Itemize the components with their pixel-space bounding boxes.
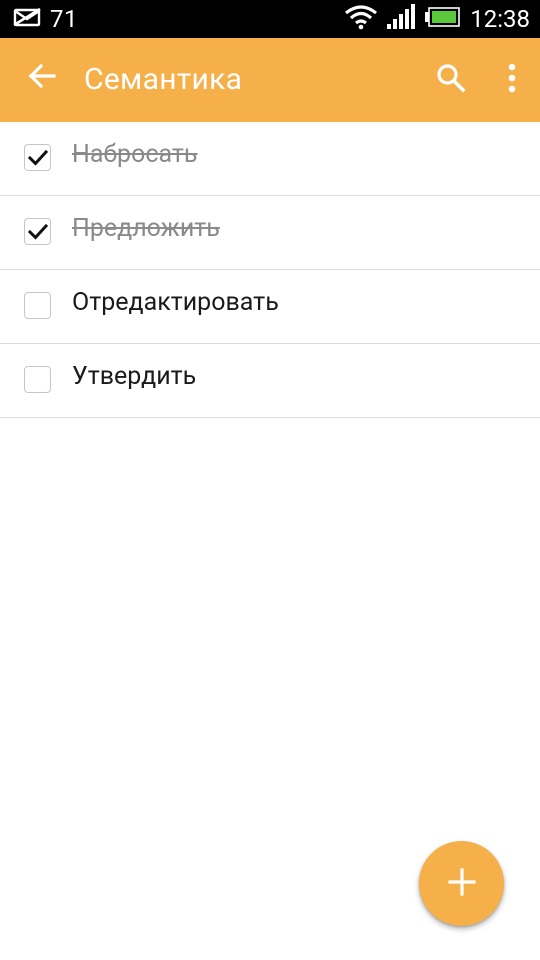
list-item[interactable]: Предложить bbox=[0, 196, 540, 270]
task-list: Набросать Предложить Отредактировать Утв… bbox=[0, 122, 540, 418]
notification-count: 71 bbox=[50, 5, 78, 33]
item-label: Отредактировать bbox=[72, 288, 279, 317]
wifi-icon bbox=[344, 4, 378, 34]
back-arrow-icon bbox=[28, 62, 56, 94]
back-button[interactable] bbox=[16, 52, 68, 104]
item-label: Набросать bbox=[72, 140, 198, 169]
checkmark-icon bbox=[27, 149, 48, 166]
list-item[interactable]: Утвердить bbox=[0, 344, 540, 418]
checkbox-checked[interactable] bbox=[24, 144, 51, 171]
list-item[interactable]: Отредактировать bbox=[0, 270, 540, 344]
search-button[interactable] bbox=[425, 54, 477, 106]
checkbox-unchecked[interactable] bbox=[24, 366, 51, 393]
checkbox-unchecked[interactable] bbox=[24, 292, 51, 319]
status-left: 71 bbox=[12, 0, 78, 38]
checkmark-icon bbox=[27, 223, 48, 240]
app-bar: Семантика bbox=[0, 38, 540, 122]
envelope-icon bbox=[12, 7, 42, 31]
list-item[interactable]: Набросать bbox=[0, 122, 540, 196]
checkbox-checked[interactable] bbox=[24, 218, 51, 245]
item-label: Предложить bbox=[72, 214, 220, 243]
search-icon bbox=[436, 63, 466, 97]
plus-icon bbox=[447, 867, 476, 900]
add-task-button[interactable] bbox=[419, 841, 504, 926]
battery-icon bbox=[424, 6, 461, 32]
item-label: Утвердить bbox=[72, 362, 197, 391]
status-right: 12:38 bbox=[336, 0, 530, 38]
status-bar: 71 12:38 bbox=[0, 0, 540, 38]
clock: 12:38 bbox=[470, 5, 530, 33]
page-title: Семантика bbox=[84, 62, 243, 97]
more-options-button[interactable] bbox=[488, 54, 536, 106]
signal-icon bbox=[386, 4, 416, 34]
more-vert-icon bbox=[507, 63, 517, 97]
